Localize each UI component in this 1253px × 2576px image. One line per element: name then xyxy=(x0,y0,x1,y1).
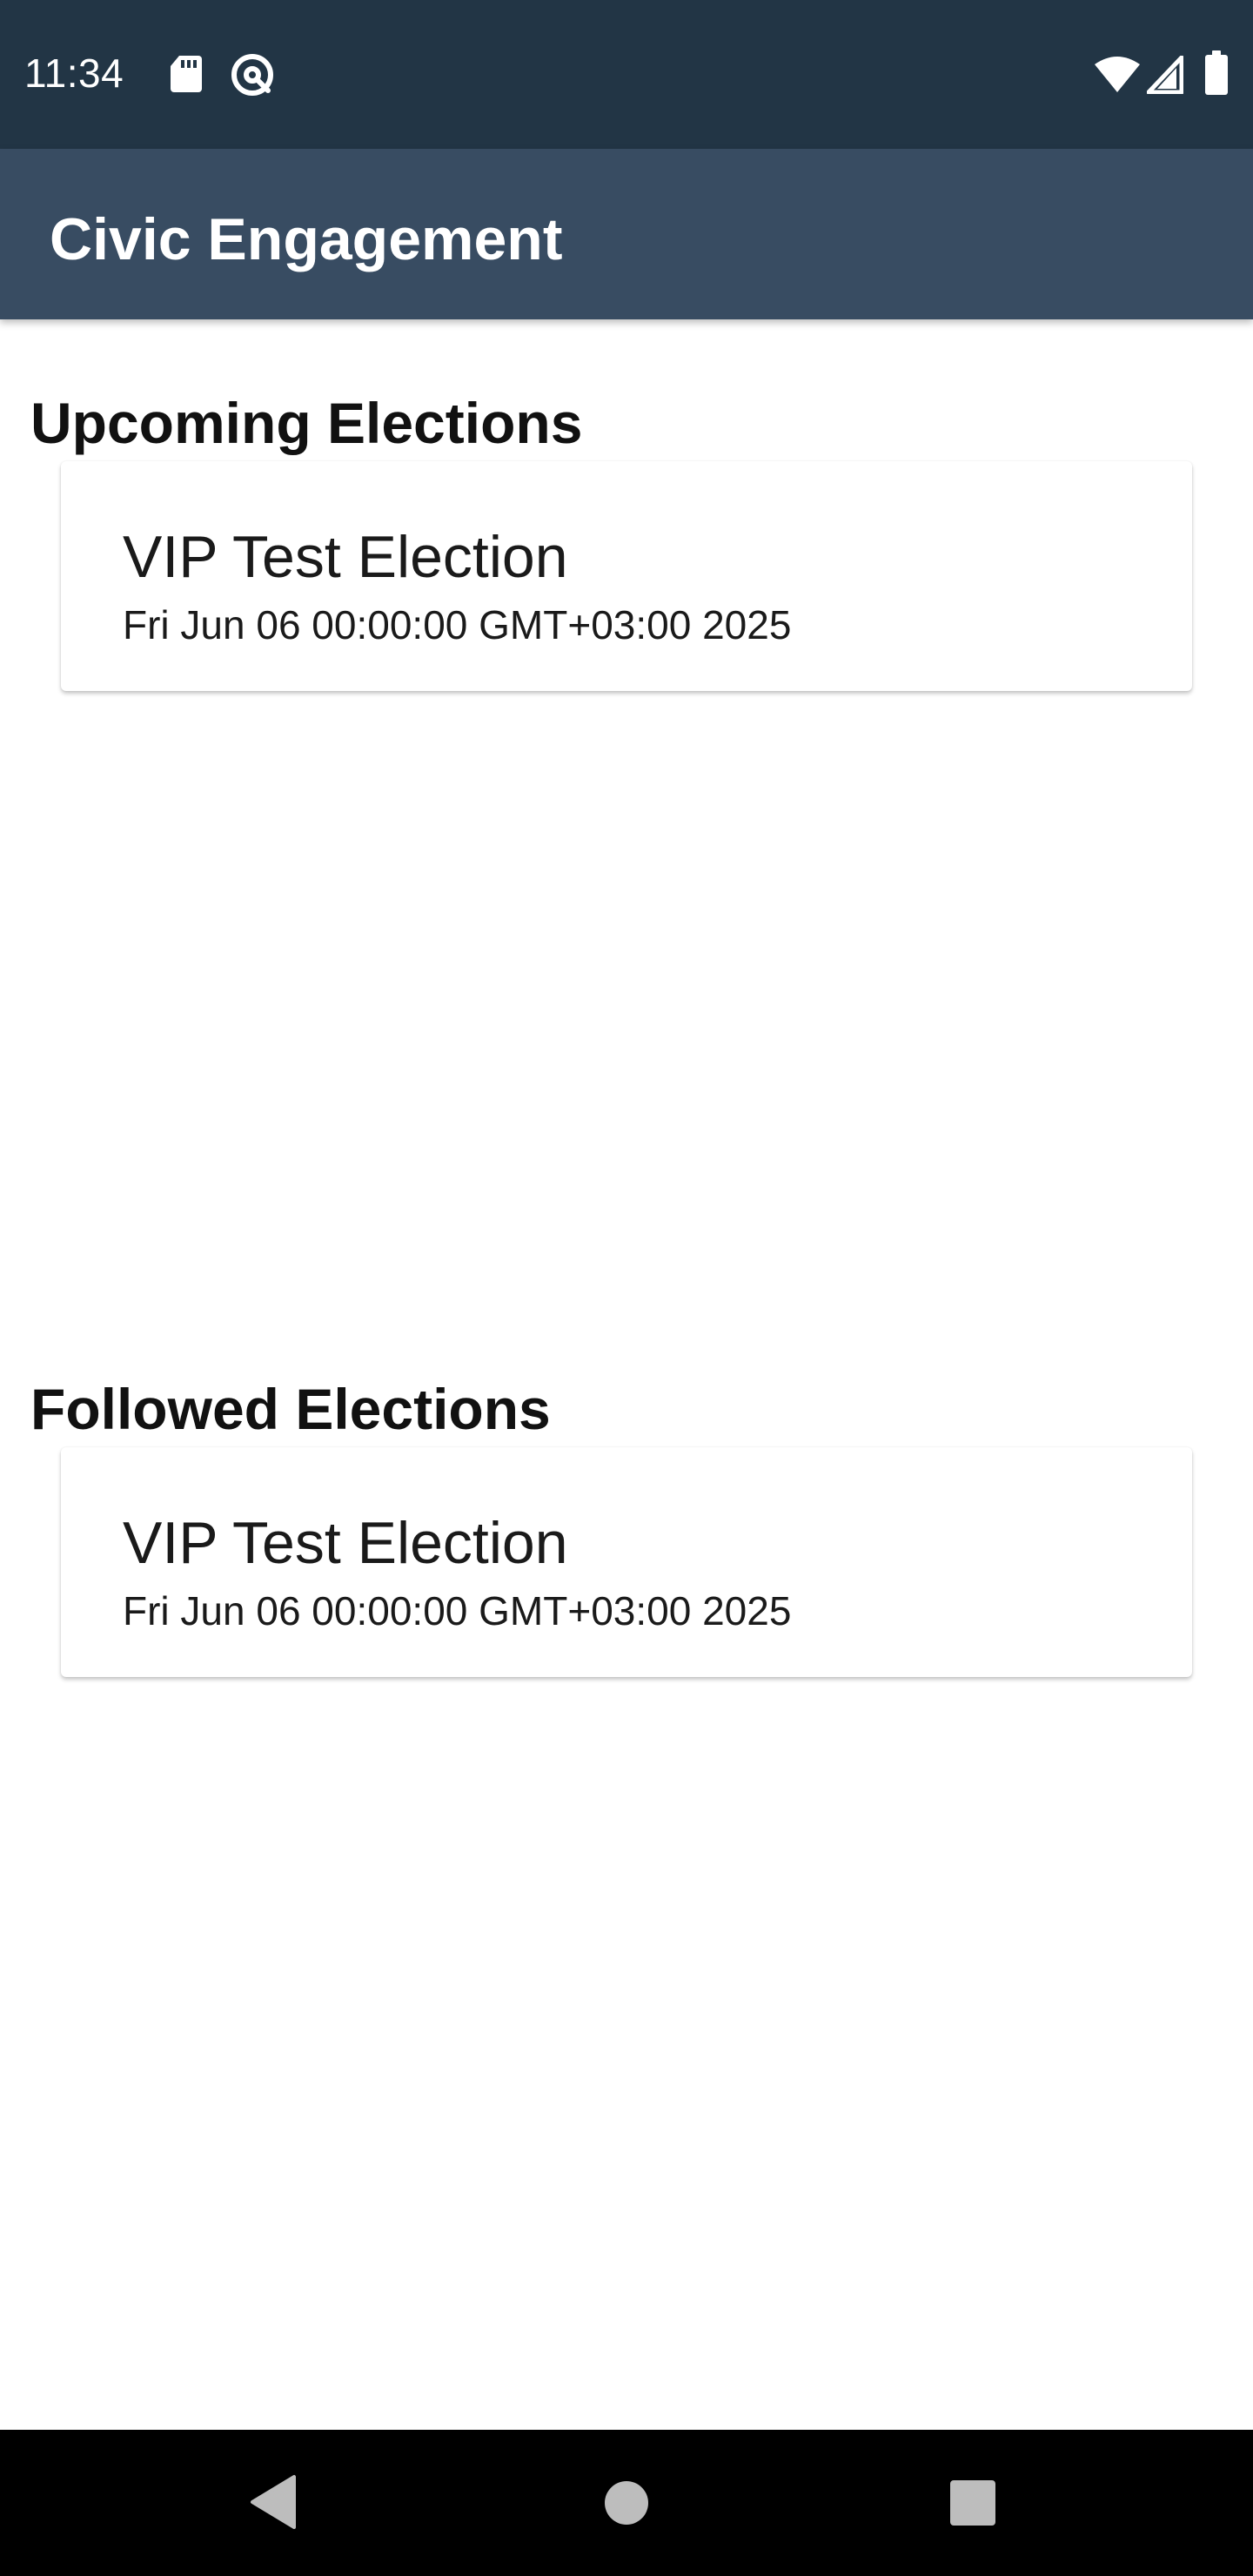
wifi-icon xyxy=(1095,57,1140,92)
followed-election-card[interactable]: VIP Test Election Fri Jun 06 00:00:00 GM… xyxy=(61,1447,1192,1677)
election-date: Fri Jun 06 00:00:00 GMT+03:00 2025 xyxy=(123,602,792,647)
upcoming-elections-heading: Upcoming Elections xyxy=(30,391,583,455)
cell-signal-icon xyxy=(1147,56,1183,94)
recents-icon[interactable] xyxy=(950,2480,995,2526)
back-icon[interactable] xyxy=(247,2473,299,2531)
navigation-bar xyxy=(0,2430,1253,2576)
followed-elections-heading: Followed Elections xyxy=(30,1377,551,1441)
status-bar: 11:34 xyxy=(0,0,1253,149)
app-title: Civic Engagement xyxy=(50,206,563,272)
app-bar: Civic Engagement xyxy=(0,149,1253,319)
election-name: VIP Test Election xyxy=(123,524,568,590)
upcoming-election-card[interactable]: VIP Test Election Fri Jun 06 00:00:00 GM… xyxy=(61,461,1192,691)
sd-card-icon xyxy=(171,56,202,92)
home-icon[interactable] xyxy=(604,2480,649,2526)
battery-icon xyxy=(1205,50,1228,95)
screen: 11:34 Civic Engagement Upcoming Election… xyxy=(0,0,1253,2576)
at-sign-icon xyxy=(231,54,273,96)
status-time: 11:34 xyxy=(24,50,124,96)
election-date: Fri Jun 06 00:00:00 GMT+03:00 2025 xyxy=(123,1588,792,1633)
election-name: VIP Test Election xyxy=(123,1510,568,1576)
